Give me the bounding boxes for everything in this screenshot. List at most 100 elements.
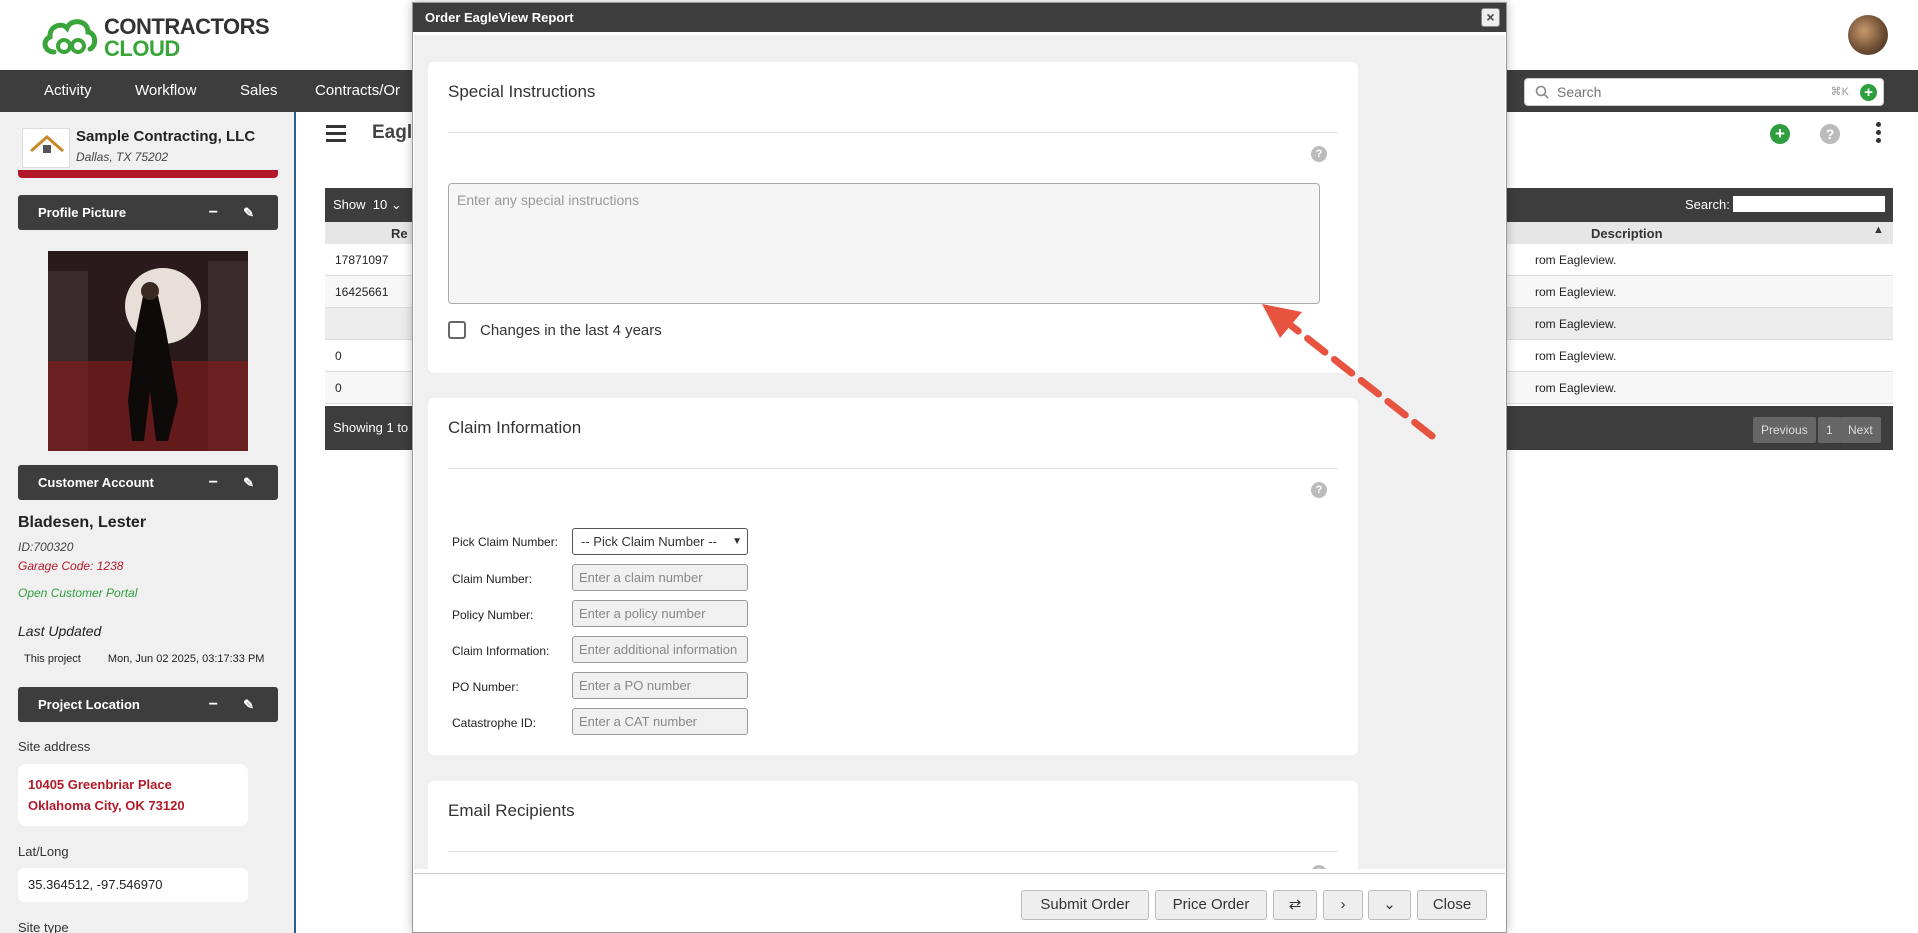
collapse-icon[interactable]: −: [209, 195, 218, 230]
sort-caret-icon: ▲: [1873, 224, 1884, 236]
claim-information-card: Claim Information ? Pick Claim Number: -…: [428, 398, 1358, 755]
pick-claim-select[interactable]: -- Pick Claim Number -- ▼: [572, 528, 748, 555]
show-value: 10: [372, 197, 388, 212]
nav-activity[interactable]: Activity: [44, 70, 92, 112]
row-description: rom Eagleview.: [1535, 285, 1617, 299]
help-icon[interactable]: ?: [1820, 124, 1840, 144]
panel-title: Customer Account: [38, 475, 154, 490]
more-options-icon[interactable]: [1876, 122, 1882, 144]
address-line1: 10405 Greenbriar Place: [28, 777, 172, 792]
column-description[interactable]: Description: [1591, 226, 1663, 241]
section-title: Special Instructions: [448, 82, 596, 101]
row-description: rom Eagleview.: [1535, 381, 1617, 395]
page-length-control[interactable]: Show 10 ⌄: [333, 197, 402, 213]
price-order-button[interactable]: Price Order: [1155, 890, 1267, 920]
dialog-title: Order EagleView Report: [413, 3, 1506, 32]
collapse-icon[interactable]: −: [209, 465, 218, 500]
customer-name: Bladesen, Lester: [18, 514, 147, 531]
customer-account-panel-header[interactable]: Customer Account − ✎: [18, 465, 278, 500]
row-id: 0: [335, 349, 342, 363]
help-icon[interactable]: ?: [1311, 146, 1327, 162]
divider: [448, 851, 1338, 852]
pager-next[interactable]: Next: [1840, 417, 1881, 443]
company-city: Dallas, TX 75202: [76, 150, 169, 164]
cloud-logo-icon: [42, 19, 98, 55]
dialog-footer: Submit Order Price Order ⇄ › ⌄ Close: [414, 873, 1505, 932]
company-accent-bar: [18, 170, 278, 178]
global-search-input[interactable]: [1557, 82, 1807, 102]
policy-number-label: Policy Number:: [452, 608, 534, 622]
policy-number-input[interactable]: [572, 600, 748, 627]
row-id: 0: [335, 381, 342, 395]
last-updated-scope: This project: [24, 653, 81, 665]
chevron-right-icon[interactable]: ›: [1323, 890, 1363, 920]
profile-picture-panel-header[interactable]: Profile Picture − ✎: [18, 195, 278, 230]
help-icon[interactable]: ?: [1311, 482, 1327, 498]
address-line2: Oklahoma City, OK 73120: [28, 798, 185, 813]
customer-id: ID:700320: [18, 540, 74, 554]
claim-information-input[interactable]: [572, 636, 748, 663]
close-icon[interactable]: ×: [1481, 8, 1500, 27]
po-number-input[interactable]: [572, 672, 748, 699]
special-instructions-input[interactable]: [448, 183, 1320, 304]
catastrophe-id-label: Catastrophe ID:: [452, 716, 537, 730]
pager-page-1[interactable]: 1: [1818, 417, 1841, 443]
column-report[interactable]: Re: [391, 226, 408, 241]
checkbox-label: Changes in the last 4 years: [480, 322, 662, 339]
order-eagleview-dialog: Order EagleView Report × Special Instruc…: [412, 2, 1507, 933]
site-type-label: Site type: [18, 920, 69, 933]
logo-wordmark: CONTRACTORS CLOUD: [104, 16, 270, 61]
search-icon: [1535, 85, 1549, 99]
po-number-label: PO Number:: [452, 680, 519, 694]
divider: [448, 132, 1338, 133]
claim-information-label: Claim Information:: [452, 644, 550, 658]
annotation-arrow-icon: [1262, 304, 1436, 440]
nav-workflow[interactable]: Workflow: [135, 70, 196, 112]
divider: [448, 468, 1338, 469]
site-address[interactable]: 10405 Greenbriar Place Oklahoma City, OK…: [18, 764, 248, 826]
help-icon[interactable]: ?: [1311, 865, 1327, 869]
last-updated-heading: Last Updated: [18, 623, 102, 639]
dialog-body[interactable]: Special Instructions ? Changes in the la…: [414, 35, 1505, 869]
page-title: Eagl: [372, 122, 413, 143]
panel-title: Project Location: [38, 697, 140, 712]
nav-contracts[interactable]: Contracts/Or: [315, 70, 400, 112]
claim-number-input[interactable]: [572, 564, 748, 591]
last-updated-row: This project Mon, Jun 02 2025, 03:17:33 …: [24, 653, 288, 665]
panel-title: Profile Picture: [38, 205, 127, 220]
edit-icon[interactable]: ✎: [243, 465, 254, 500]
last-updated-value: Mon, Jun 02 2025, 03:17:33 PM: [107, 653, 265, 665]
logo-line2: CLOUD: [104, 36, 180, 61]
menu-icon[interactable]: [326, 125, 346, 142]
pick-claim-label: Pick Claim Number:: [452, 535, 559, 549]
customer-portal-link[interactable]: Open Customer Portal: [18, 586, 137, 600]
row-description: rom Eagleview.: [1535, 349, 1617, 363]
changes-last-4-years-checkbox[interactable]: [448, 321, 466, 339]
close-button[interactable]: Close: [1417, 890, 1487, 920]
pager-previous[interactable]: Previous: [1753, 417, 1816, 443]
project-location-panel-header[interactable]: Project Location − ✎: [18, 687, 278, 722]
nav-sales[interactable]: Sales: [240, 70, 278, 112]
catastrophe-id-input[interactable]: [572, 708, 748, 735]
edit-icon[interactable]: ✎: [243, 687, 254, 722]
site-address-label: Site address: [18, 739, 91, 754]
user-avatar-icon[interactable]: [1848, 15, 1888, 55]
chevron-down-icon[interactable]: ⌄: [1368, 890, 1411, 920]
house-logo-icon: [30, 135, 64, 153]
email-recipients-card: Email Recipients ?: [428, 781, 1358, 869]
table-info: Showing 1 to: [333, 420, 409, 435]
edit-icon[interactable]: ✎: [243, 195, 254, 230]
global-search[interactable]: ⌘K +: [1524, 78, 1884, 106]
add-icon[interactable]: +: [1770, 124, 1790, 144]
collapse-icon[interactable]: −: [209, 687, 218, 722]
section-title: Email Recipients: [448, 801, 575, 820]
section-title: Claim Information: [448, 418, 582, 437]
table-search-input[interactable]: [1733, 196, 1885, 212]
submit-order-button[interactable]: Submit Order: [1021, 890, 1149, 920]
row-id: 16425661: [335, 285, 389, 299]
swap-icon[interactable]: ⇄: [1273, 890, 1317, 920]
garage-code: Garage Code: 1238: [18, 559, 124, 573]
quick-add-icon[interactable]: +: [1860, 84, 1877, 101]
show-label: Show: [333, 197, 366, 212]
special-instructions-card: Special Instructions ? Changes in the la…: [428, 62, 1358, 373]
